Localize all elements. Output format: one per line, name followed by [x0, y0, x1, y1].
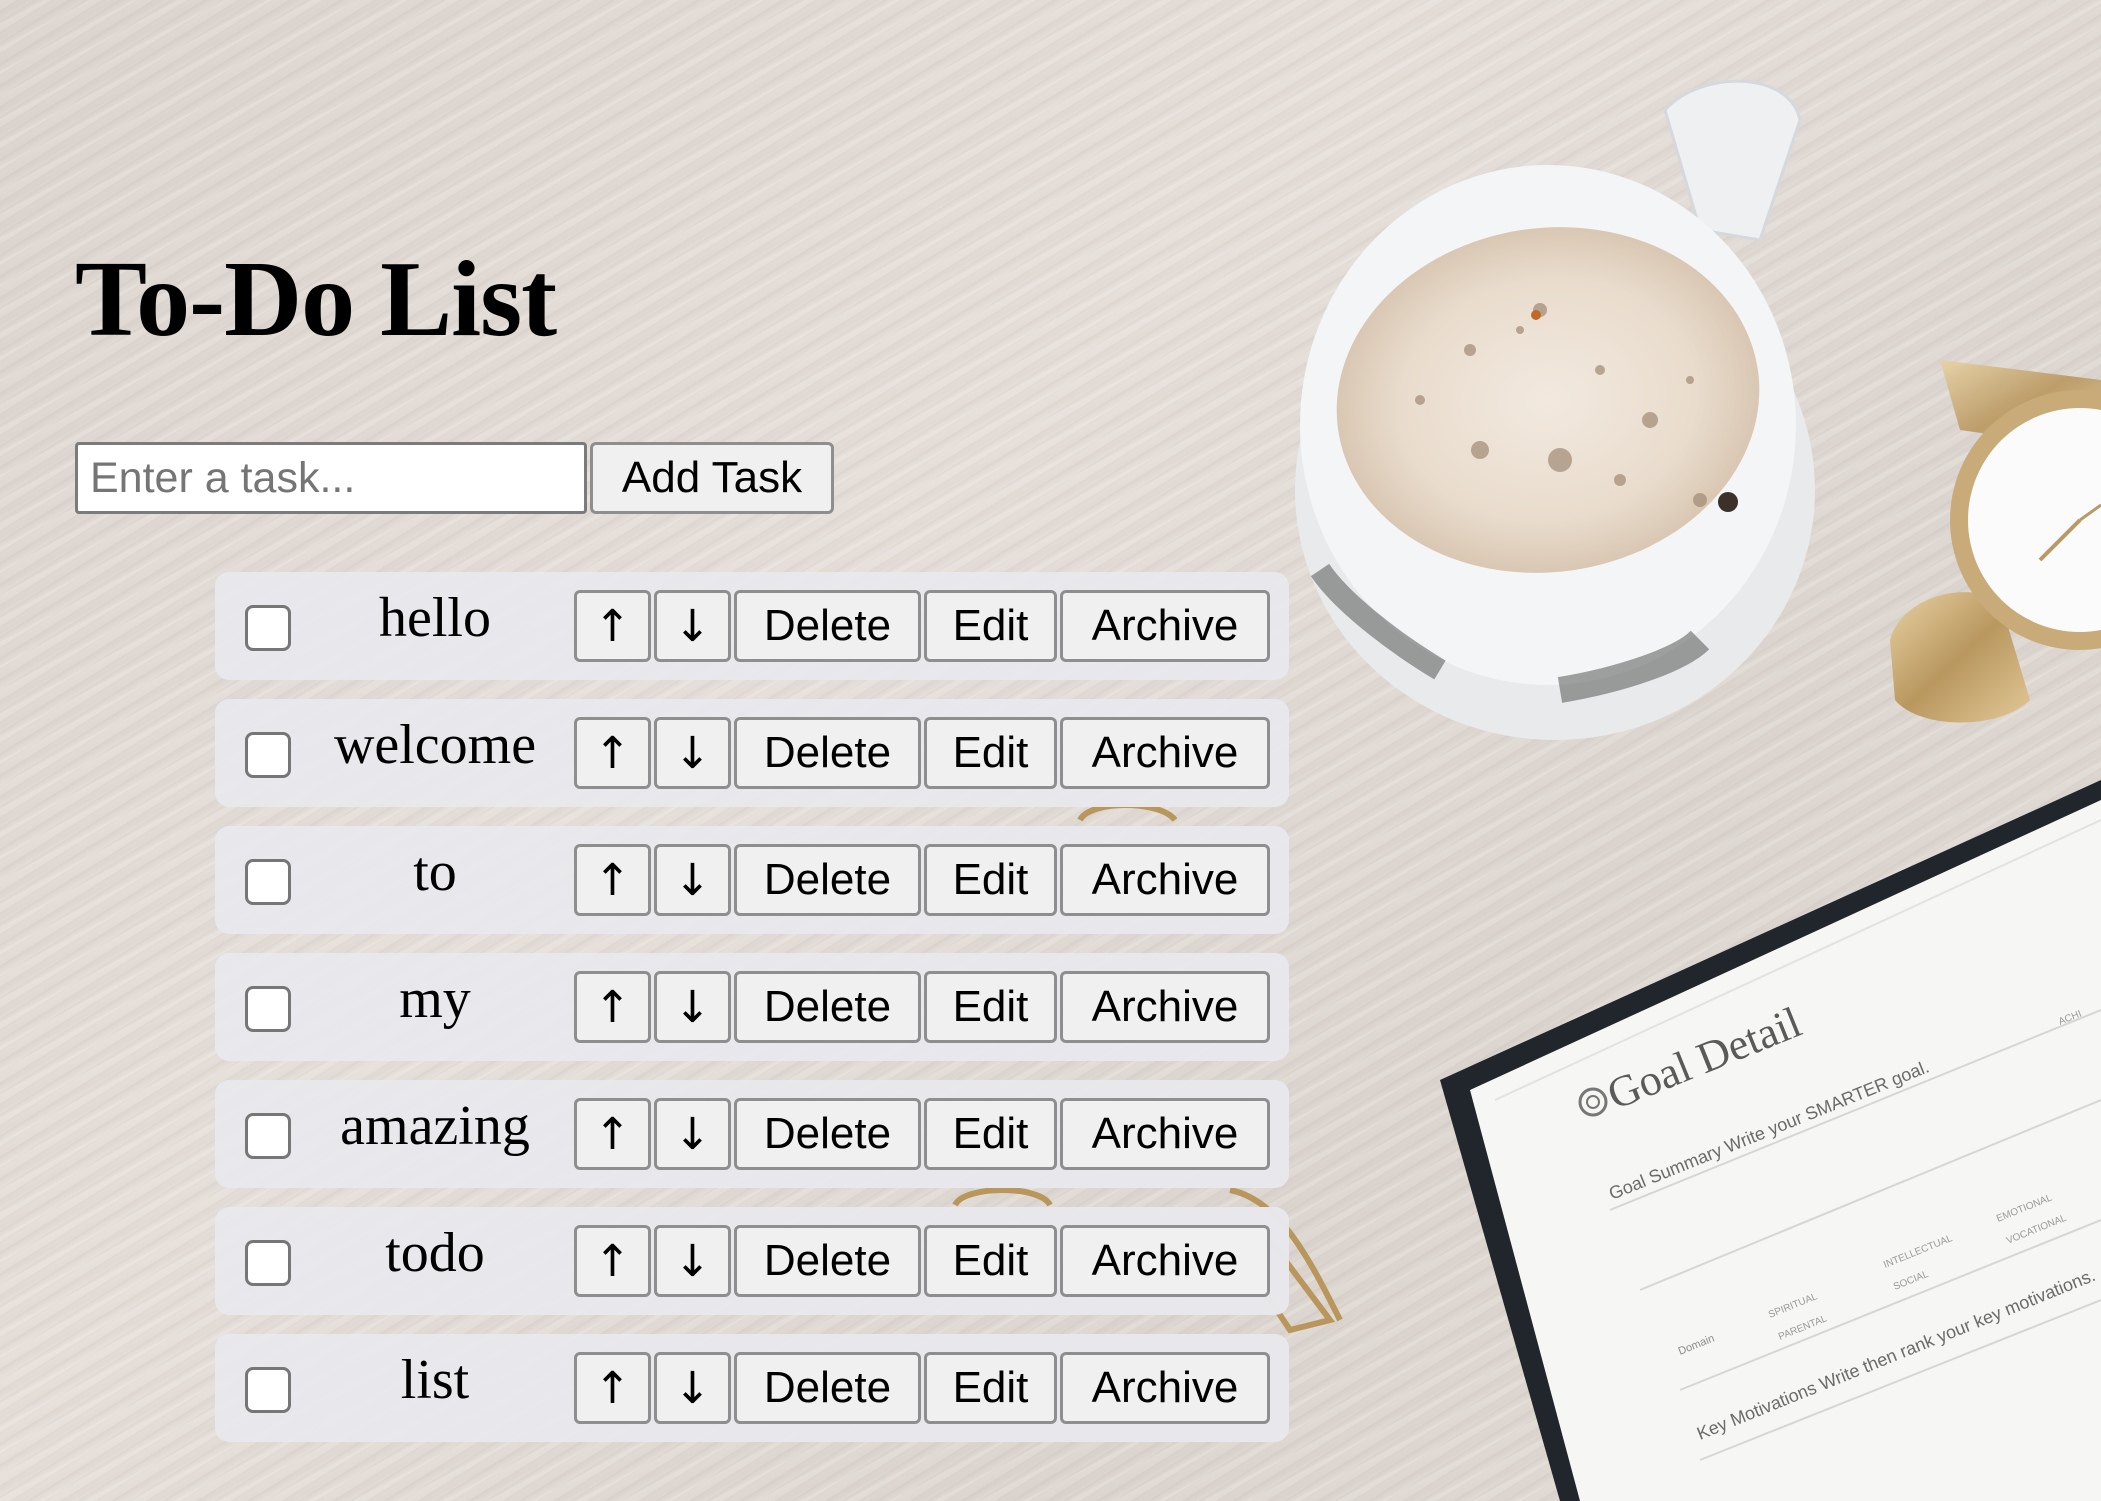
task-row: my ↑ ↓ Delete Edit Archive — [215, 953, 1289, 1061]
archive-button[interactable]: Archive — [1060, 1098, 1270, 1170]
task-text: my — [399, 968, 471, 1030]
delete-button[interactable]: Delete — [734, 1098, 921, 1170]
edit-button[interactable]: Edit — [924, 971, 1057, 1043]
task-text: list — [400, 1349, 470, 1411]
move-up-button[interactable]: ↑ — [574, 1098, 651, 1170]
move-up-button[interactable]: ↑ — [574, 1225, 651, 1297]
edit-button[interactable]: Edit — [924, 590, 1057, 662]
task-actions: ↑ ↓ Delete Edit Archive — [574, 971, 1273, 1043]
task-checkbox[interactable] — [245, 1113, 291, 1159]
edit-button[interactable]: Edit — [924, 717, 1057, 789]
edit-button[interactable]: Edit — [924, 1352, 1057, 1424]
move-up-button[interactable]: ↑ — [574, 590, 651, 662]
task-row: todo ↑ ↓ Delete Edit Archive — [215, 1207, 1289, 1315]
archive-button[interactable]: Archive — [1060, 717, 1270, 789]
task-checkbox[interactable] — [245, 1367, 291, 1413]
move-down-button[interactable]: ↓ — [654, 717, 731, 789]
move-down-button[interactable]: ↓ — [654, 844, 731, 916]
goal-notebook: Goal Detail Goal Summary Write your SMAR… — [1440, 780, 2101, 1501]
move-down-button[interactable]: ↓ — [654, 1225, 731, 1297]
delete-button[interactable]: Delete — [734, 717, 921, 789]
archive-button[interactable]: Archive — [1060, 1352, 1270, 1424]
delete-button[interactable]: Delete — [734, 971, 921, 1043]
task-text: hello — [379, 587, 491, 649]
task-row: amazing ↑ ↓ Delete Edit Archive — [215, 1080, 1289, 1188]
move-down-button[interactable]: ↓ — [654, 590, 731, 662]
task-row: hello ↑ ↓ Delete Edit Archive — [215, 572, 1289, 680]
task-text: todo — [385, 1222, 485, 1284]
task-input[interactable] — [75, 442, 587, 514]
move-up-button[interactable]: ↑ — [574, 971, 651, 1043]
page-title: To-Do List — [75, 240, 557, 359]
move-up-button[interactable]: ↑ — [574, 717, 651, 789]
task-text: welcome — [333, 714, 537, 776]
task-row: list ↑ ↓ Delete Edit Archive — [215, 1334, 1289, 1442]
task-checkbox[interactable] — [245, 859, 291, 905]
coffee-cup — [1295, 79, 1815, 740]
delete-button[interactable]: Delete — [734, 844, 921, 916]
task-actions: ↑ ↓ Delete Edit Archive — [574, 1225, 1273, 1297]
task-checkbox[interactable] — [245, 605, 291, 651]
task-checkbox[interactable] — [245, 1240, 291, 1286]
archive-button[interactable]: Archive — [1060, 844, 1270, 916]
task-actions: ↑ ↓ Delete Edit Archive — [574, 1098, 1273, 1170]
wrist-watch — [1890, 360, 2101, 723]
task-checkbox[interactable] — [245, 986, 291, 1032]
move-down-button[interactable]: ↓ — [654, 1352, 731, 1424]
task-text: amazing — [340, 1095, 530, 1157]
task-actions: ↑ ↓ Delete Edit Archive — [574, 590, 1273, 662]
move-down-button[interactable]: ↓ — [654, 1098, 731, 1170]
task-row: to ↑ ↓ Delete Edit Archive — [215, 826, 1289, 934]
move-up-button[interactable]: ↑ — [574, 844, 651, 916]
archive-button[interactable]: Archive — [1060, 1225, 1270, 1297]
task-text: to — [413, 841, 457, 903]
archive-button[interactable]: Archive — [1060, 971, 1270, 1043]
delete-button[interactable]: Delete — [734, 590, 921, 662]
task-checkbox[interactable] — [245, 732, 291, 778]
delete-button[interactable]: Delete — [734, 1225, 921, 1297]
move-down-button[interactable]: ↓ — [654, 971, 731, 1043]
edit-button[interactable]: Edit — [924, 1098, 1057, 1170]
delete-button[interactable]: Delete — [734, 1352, 921, 1424]
edit-button[interactable]: Edit — [924, 1225, 1057, 1297]
task-actions: ↑ ↓ Delete Edit Archive — [574, 1352, 1273, 1424]
task-actions: ↑ ↓ Delete Edit Archive — [574, 717, 1273, 789]
task-list: hello ↑ ↓ Delete Edit Archive welcome ↑ … — [215, 572, 1289, 1461]
add-task-form: Add Task — [75, 442, 834, 514]
edit-button[interactable]: Edit — [924, 844, 1057, 916]
task-row: welcome ↑ ↓ Delete Edit Archive — [215, 699, 1289, 807]
add-task-button[interactable]: Add Task — [590, 442, 834, 514]
task-actions: ↑ ↓ Delete Edit Archive — [574, 844, 1273, 916]
move-up-button[interactable]: ↑ — [574, 1352, 651, 1424]
archive-button[interactable]: Archive — [1060, 590, 1270, 662]
